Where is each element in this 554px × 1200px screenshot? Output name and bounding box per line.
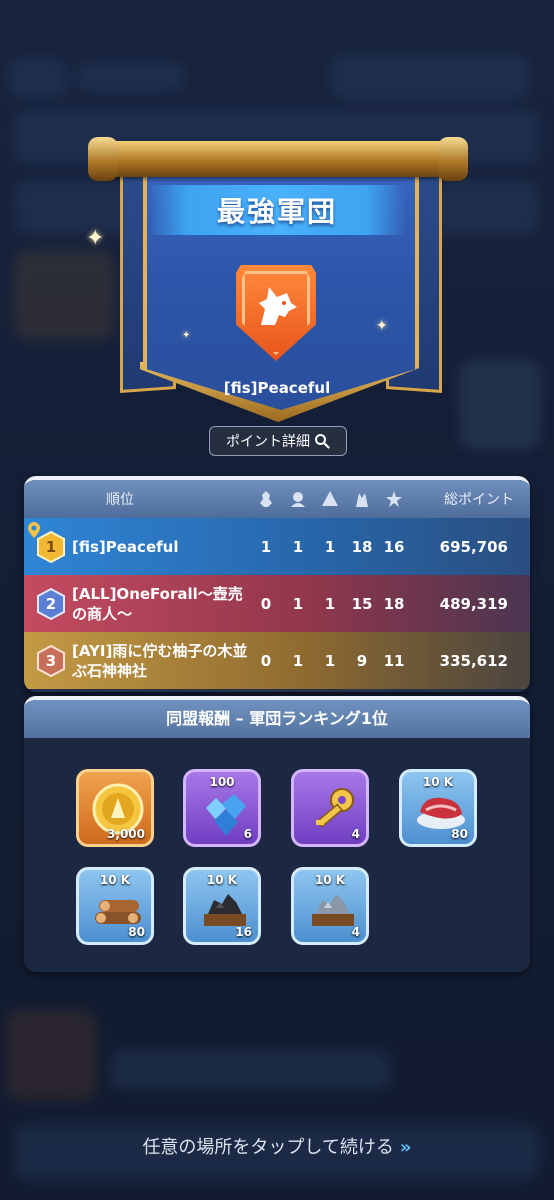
stat-icon-2 — [291, 492, 305, 507]
guild-name: [AYI]雨に佇む柚子の木並ぶ石神神社 — [72, 641, 248, 680]
reward-quantity: 3,000 — [107, 827, 145, 841]
reward-item[interactable]: 3,000 — [76, 769, 154, 847]
stat-value: 15 — [351, 594, 373, 613]
stat-value: 11 — [383, 651, 405, 670]
stat-value: 9 — [356, 651, 368, 670]
rewards-title: 同盟報酬 – 軍団ランキング1位 — [24, 700, 530, 738]
stat-value: 1 — [292, 651, 304, 670]
ranking-header: 順位 総ポイント — [24, 480, 530, 518]
stat-value: 0 — [260, 594, 272, 613]
rank-number: 3 — [45, 652, 57, 670]
stat-icon-4 — [356, 493, 368, 507]
stat-value: 0 — [260, 651, 272, 670]
stat-value: 18 — [383, 594, 405, 613]
total-points-header: 総ポイント — [444, 492, 514, 508]
point-details-label: ポイント詳細 — [226, 434, 310, 450]
stat-icon-5 — [386, 491, 402, 507]
stat-value: 18 — [351, 537, 373, 556]
banner-title: 最強軍団 — [216, 195, 337, 228]
ranking-row[interactable]: 2 [ALL]OneForall～壺売の商人～ 0 1 1 15 18 489,… — [24, 575, 530, 632]
total-points: 695,706 — [439, 537, 508, 556]
double-chevron-right-icon: » — [399, 1137, 412, 1158]
guild-name: [fis]Peaceful — [72, 537, 179, 556]
reward-quantity: 4 — [351, 925, 360, 939]
reward-item[interactable]: 100 6 — [183, 769, 261, 847]
guild-name: [fis]Peaceful — [223, 379, 331, 397]
reward-item[interactable]: 4 — [291, 769, 369, 847]
banner-rod — [88, 137, 468, 181]
stat-value: 1 — [324, 594, 336, 613]
reward-quantity: 80 — [128, 925, 145, 939]
rank-number: 1 — [45, 538, 57, 556]
tap-to-continue-label: 任意の場所をタップして続ける — [142, 1137, 394, 1158]
reward-quantity: 6 — [243, 827, 252, 841]
ranking-row[interactable]: 3 [AYI]雨に佇む柚子の木並ぶ石神神社 0 1 1 9 11 335,612 — [24, 632, 530, 689]
stat-value: 1 — [324, 651, 336, 670]
guild-name: [ALL]OneForall～壺売の商人～ — [72, 584, 243, 623]
stat-icon-3 — [322, 491, 338, 506]
total-points: 335,612 — [439, 651, 508, 670]
reward-quantity: 4 — [351, 827, 360, 841]
rewards-panel: 同盟報酬 – 軍団ランキング1位 3,000 100 6 4 10 K 80 1… — [24, 696, 530, 972]
reward-quantity: 16 — [235, 925, 252, 939]
total-points: 489,319 — [439, 594, 508, 613]
sparkle-icon: ✦ — [376, 318, 388, 334]
stat-icon-1 — [260, 491, 272, 507]
stat-value: 16 — [383, 537, 405, 556]
tap-to-continue[interactable]: 任意の場所をタップして続ける» — [0, 1133, 554, 1159]
point-details-button[interactable]: ポイント詳細 — [209, 426, 347, 456]
stat-value: 1 — [324, 537, 336, 556]
reward-item[interactable]: 10 K 4 — [291, 867, 369, 945]
reward-quantity: 80 — [451, 827, 468, 841]
rank-column-header: 順位 — [106, 492, 134, 508]
magnifier-icon — [315, 434, 330, 449]
reward-item[interactable]: 10 K 16 — [183, 867, 261, 945]
reward-item[interactable]: 10 K 80 — [399, 769, 477, 847]
stat-value: 1 — [292, 594, 304, 613]
stat-value: 1 — [292, 537, 304, 556]
wolf-head-icon — [259, 287, 297, 325]
ranking-row[interactable]: 1 [fis]Peaceful 1 1 1 18 16 695,706 — [24, 518, 530, 575]
rank-number: 2 — [45, 595, 57, 613]
sparkle-icon: ✦ — [182, 330, 191, 341]
ranking-table: 順位 総ポイント 1 [fis]Peaceful 1 1 1 18 16 695… — [24, 476, 530, 692]
sparkle-icon: ✦ — [86, 226, 105, 251]
stat-value: 1 — [260, 537, 272, 556]
reward-item[interactable]: 10 K 80 — [76, 867, 154, 945]
